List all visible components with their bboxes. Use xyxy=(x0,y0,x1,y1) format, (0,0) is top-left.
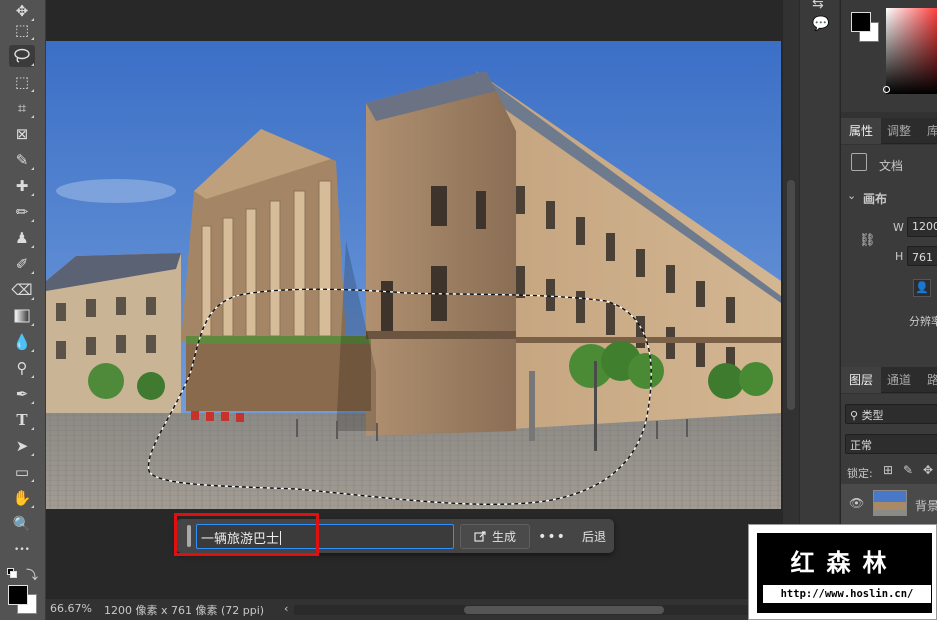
tab-channels[interactable]: 通道 xyxy=(879,367,919,393)
zoom-icon[interactable]: 🔍 xyxy=(9,513,35,535)
lock-label: 锁定: xyxy=(847,467,873,480)
clone-stamp-icon[interactable]: ♟ xyxy=(9,227,35,249)
eyedropper-icon[interactable]: ✎ xyxy=(9,149,35,171)
document-label: 文档 xyxy=(879,159,904,173)
color-panel-foreground[interactable] xyxy=(851,12,871,32)
watermark-title: 红森林 xyxy=(790,548,899,577)
foreground-color-swatch[interactable] xyxy=(8,585,28,605)
lock-move-icon[interactable]: ✥ xyxy=(923,463,933,477)
vertical-scrollbar[interactable] xyxy=(783,0,799,598)
path-select-icon[interactable]: ➤ xyxy=(9,435,35,457)
tools-panel: ✥ ⬚ ⬚ ⌗ ⊠ ✎ ✚ ✏ ♟ ✐ ⌫ 💧 ⚲ ✒ T ➤ ▭ ✋ 🔍 ••… xyxy=(0,0,46,620)
resolution-label: 分辨率 xyxy=(909,315,937,328)
artboard-marquee-icon[interactable]: ⬚ xyxy=(9,19,35,41)
watermark-panel: 红森林 http://www.hoslin.cn/ xyxy=(757,533,932,613)
tab-adjustments[interactable]: 调整 xyxy=(879,118,919,144)
properties-tabs: 属性 调整 库 xyxy=(841,118,937,144)
dodge-icon[interactable]: ⚲ xyxy=(9,357,35,379)
text-caret xyxy=(280,531,282,545)
blur-icon[interactable]: 💧 xyxy=(9,331,35,353)
blend-mode-select[interactable]: 正常 xyxy=(845,434,937,454)
color-panel xyxy=(841,0,937,112)
height-label: H xyxy=(895,250,904,263)
lock-transparent-icon[interactable]: ⊞ xyxy=(883,463,893,477)
taskbar-drag-handle[interactable] xyxy=(187,525,191,547)
crop-icon[interactable]: ⌗ xyxy=(9,97,35,119)
search-icon: ⚲ xyxy=(850,409,862,422)
tab-properties[interactable]: 属性 xyxy=(841,118,882,144)
prompt-text: 一辆旅游巴士 xyxy=(201,532,280,547)
brush-icon[interactable]: ✏ xyxy=(9,201,35,223)
document-canvas[interactable] xyxy=(46,41,781,509)
properties-panel: 文档 ⌄ 画布 ⛓ W 1200 H 761 像 👤 分辨率 xyxy=(841,145,937,367)
comments-icon[interactable]: 💬 xyxy=(812,16,829,32)
lock-brush-icon[interactable]: ✎ xyxy=(903,463,913,477)
history-brush-icon[interactable]: ✐ xyxy=(9,253,35,275)
width-field[interactable]: 1200 xyxy=(907,217,937,237)
status-bar: 66.67% 1200 像素 x 761 像素 (72 ppi) ‹ xyxy=(46,598,783,620)
orientation-icon[interactable]: 👤 xyxy=(913,279,931,297)
document-icon xyxy=(851,153,867,171)
more-options-button[interactable]: ••• xyxy=(538,524,566,549)
object-select-icon[interactable]: ⬚ xyxy=(9,71,35,93)
more-tools-icon[interactable]: ••• xyxy=(9,539,35,561)
hand-icon[interactable]: ✋ xyxy=(9,487,35,509)
gradient-icon[interactable] xyxy=(9,305,35,327)
zoom-level[interactable]: 66.67% xyxy=(50,602,92,615)
tab-layers[interactable]: 图层 xyxy=(841,367,882,393)
layer-name: 背景 xyxy=(915,499,937,513)
tab-paths[interactable]: 路 xyxy=(919,367,937,393)
default-colors-icon[interactable] xyxy=(7,568,17,578)
tab-libraries[interactable]: 库 xyxy=(919,118,937,144)
watermark-url: http://www.hoslin.cn/ xyxy=(763,585,931,603)
rectangle-icon[interactable]: ▭ xyxy=(9,461,35,483)
swap-colors-icon[interactable]: ⤵ xyxy=(26,566,38,583)
width-label: W xyxy=(893,221,904,234)
contextual-taskbar: 一辆旅游巴士 生成 ••• 后退 xyxy=(176,519,614,553)
undo-button[interactable]: 后退 xyxy=(574,524,614,549)
frame-icon[interactable]: ⊠ xyxy=(9,123,35,145)
generate-button[interactable]: 生成 xyxy=(460,524,530,549)
eraser-icon[interactable]: ⌫ xyxy=(9,279,35,301)
link-dimensions-icon[interactable]: ⛓ xyxy=(859,233,876,248)
layer-thumbnail xyxy=(873,490,907,516)
canvas-workspace xyxy=(46,0,783,598)
layer-filter-select[interactable]: ⚲ 类型 xyxy=(845,404,937,424)
vertical-scroll-thumb[interactable] xyxy=(787,180,795,410)
watermark: 红森林 http://www.hoslin.cn/ xyxy=(748,524,937,620)
layer-filter-value: 类型 xyxy=(861,409,884,422)
canvas-section-title[interactable]: 画布 xyxy=(863,190,887,207)
color-picker-field[interactable] xyxy=(886,8,937,94)
type-icon[interactable]: T xyxy=(9,409,35,431)
generate-label: 生成 xyxy=(491,530,516,544)
scroll-left-icon[interactable]: ‹ xyxy=(284,602,288,615)
healing-brush-icon[interactable]: ✚ xyxy=(9,175,35,197)
height-field[interactable]: 761 像 xyxy=(907,246,937,266)
chevron-down-icon[interactable]: ⌄ xyxy=(847,189,856,202)
history-icon[interactable]: ⇆ xyxy=(812,0,824,12)
lasso-icon[interactable] xyxy=(9,45,35,67)
layer-row-background[interactable]: 👁 背景 xyxy=(841,484,937,524)
generate-icon xyxy=(474,530,486,542)
pen-icon[interactable]: ✒ xyxy=(9,383,35,405)
document-info[interactable]: 1200 像素 x 761 像素 (72 ppi) xyxy=(104,602,264,618)
eye-icon[interactable]: 👁 xyxy=(849,496,864,510)
generative-fill-prompt-input[interactable]: 一辆旅游巴士 xyxy=(196,524,454,549)
color-picker-cursor[interactable] xyxy=(883,86,890,93)
layers-tabs: 图层 通道 路 xyxy=(841,367,937,393)
horizontal-scroll-thumb[interactable] xyxy=(464,606,664,614)
building-photo xyxy=(46,41,781,509)
horizontal-scrollbar[interactable] xyxy=(294,605,774,615)
